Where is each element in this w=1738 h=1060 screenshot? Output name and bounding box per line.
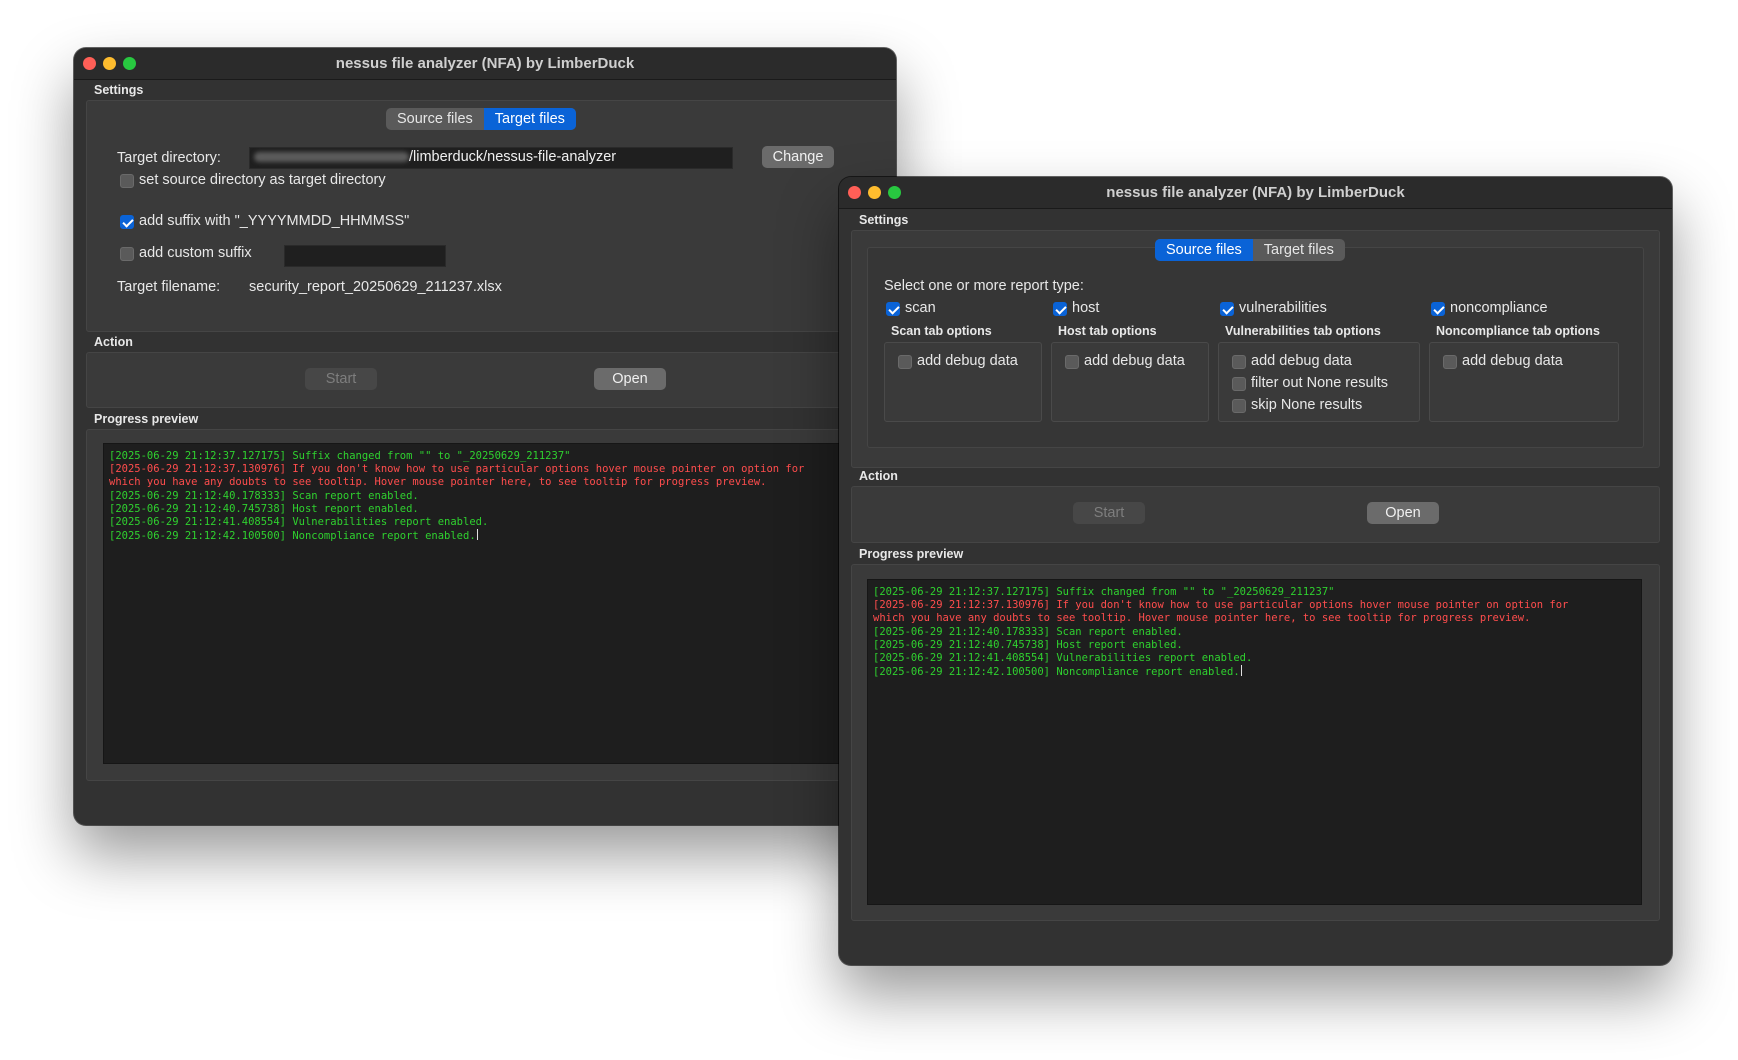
tab-target-files[interactable]: Target files [483,108,576,130]
log-line: [2025-06-29 21:12:42.100500] Noncomplian… [873,666,1240,679]
log-line: [2025-06-29 21:12:37.127175] Suffix chan… [873,586,1335,598]
log-line: [2025-06-29 21:12:41.408554] Vulnerabili… [109,516,489,529]
open-button[interactable]: Open [594,368,666,390]
log-line: [2025-06-29 21:12:37.130976] If you don'… [109,463,805,476]
action-group [851,486,1660,543]
custom-suffix-input[interactable] [284,245,446,267]
start-button[interactable]: Start [305,368,377,390]
log-line: [2025-06-29 21:12:40.178333] Scan report… [109,489,419,502]
target-filename-label: Target filename: [117,279,221,295]
vulnerabilities-checkbox[interactable] [1220,302,1234,316]
vulnerabilities-debug-checkbox[interactable] [1232,355,1246,369]
scan-options-title: Scan tab options [891,324,992,338]
tab-source-files[interactable]: Source files [1155,239,1253,261]
target-filename-value: security_report_20250629_211237.xlsx [249,279,502,295]
host-options-title: Host tab options [1058,324,1157,338]
title-bar[interactable]: nessus file analyzer (NFA) by LimberDuck [839,177,1672,209]
action-label: Action [859,469,898,483]
settings-label: Settings [859,213,909,227]
scan-label: scan [905,300,936,316]
redacted-path [254,152,409,162]
nfa-window-source-files: nessus file analyzer (NFA) by LimberDuck… [839,177,1672,965]
log-line: [2025-06-29 21:12:40.745738] Host report… [873,638,1183,651]
text-cursor [1240,665,1242,677]
nfa-window-target-files: nessus file analyzer (NFA) by LimberDuck… [74,48,896,825]
vulnerabilities-debug-label: add debug data [1251,353,1352,369]
tab-target-files[interactable]: Target files [1253,239,1345,261]
skip-none-label: skip None results [1251,397,1363,413]
add-suffix-label: add suffix with "_YYYYMMDD_HHMMSS" [139,213,410,229]
report-type-prompt: Select one or more report type: [884,278,1084,294]
settings-label: Settings [94,83,144,97]
window-title: nessus file analyzer (NFA) by LimberDuck [335,55,635,72]
noncompliance-checkbox[interactable] [1431,302,1445,316]
change-button[interactable]: Change [762,146,834,168]
log-line: [2025-06-29 21:12:37.127175] Suffix chan… [109,450,571,462]
host-checkbox[interactable] [1053,302,1067,316]
log-line: [2025-06-29 21:12:40.745738] Host report… [109,502,419,515]
filter-none-label: filter out None results [1251,375,1389,391]
target-directory-label: Target directory: [117,150,221,166]
log-line: [2025-06-29 21:12:42.100500] Noncomplian… [109,530,476,543]
noncompliance-debug-checkbox[interactable] [1443,355,1457,369]
progress-preview-label: Progress preview [94,412,199,426]
window-title: nessus file analyzer (NFA) by LimberDuck [1106,184,1405,201]
progress-preview-label: Progress preview [859,547,964,561]
log-line: [2025-06-29 21:12:41.408554] Vulnerabili… [873,652,1253,665]
vulnerabilities-label: vulnerabilities [1239,300,1327,316]
host-debug-label: add debug data [1084,353,1185,369]
progress-log[interactable]: [2025-06-29 21:12:37.127175] Suffix chan… [103,443,896,764]
tab-bar: Source files Target files [386,108,576,130]
source-as-target-checkbox[interactable] [120,174,134,188]
log-line: which you have any doubts to see tooltip… [109,476,767,489]
skip-none-checkbox[interactable] [1232,399,1246,413]
log-line: [2025-06-29 21:12:37.130976] If you don'… [873,599,1569,612]
tab-source-files[interactable]: Source files [386,108,484,130]
host-label: host [1072,300,1100,316]
progress-log[interactable]: [2025-06-29 21:12:37.127175] Suffix chan… [867,579,1642,905]
scan-checkbox[interactable] [886,302,900,316]
scan-debug-label: add debug data [917,353,1018,369]
title-bar[interactable]: nessus file analyzer (NFA) by LimberDuck [74,48,896,80]
log-line: which you have any doubts to see tooltip… [873,612,1531,625]
add-suffix-checkbox[interactable] [120,215,134,229]
text-cursor [476,529,478,541]
custom-suffix-checkbox[interactable] [120,247,134,261]
custom-suffix-label: add custom suffix [139,245,252,261]
action-group [86,352,896,408]
filter-none-checkbox[interactable] [1232,377,1246,391]
action-label: Action [94,335,133,349]
noncompliance-label: noncompliance [1450,300,1548,316]
noncompliance-debug-label: add debug data [1462,353,1563,369]
vulnerabilities-options-title: Vulnerabilities tab options [1225,324,1381,338]
open-button[interactable]: Open [1367,502,1439,524]
scan-debug-checkbox[interactable] [898,355,912,369]
log-line: [2025-06-29 21:12:40.178333] Scan report… [873,625,1183,638]
noncompliance-options-title: Noncompliance tab options [1436,324,1600,338]
target-directory-value: /limberduck/nessus-file-analyzer [409,149,617,165]
tab-bar: Source files Target files [1155,239,1345,261]
source-as-target-label: set source directory as target directory [139,172,386,188]
host-debug-checkbox[interactable] [1065,355,1079,369]
start-button[interactable]: Start [1073,502,1145,524]
